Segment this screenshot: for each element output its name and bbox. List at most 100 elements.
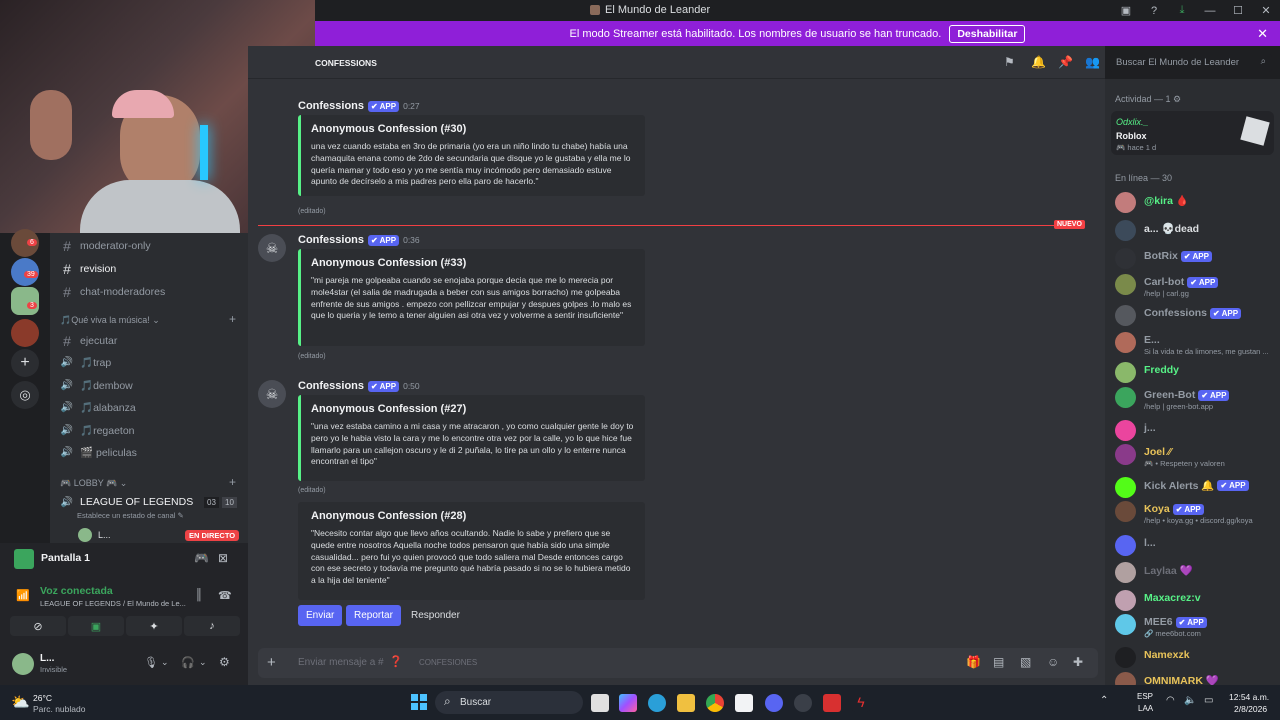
author-name[interactable]: Confessions xyxy=(298,234,364,246)
send-button[interactable]: Enviar xyxy=(298,605,343,626)
channel-trap[interactable]: 🔊 🎵trap xyxy=(60,356,111,369)
stop-stream-icon[interactable]: ⊠ xyxy=(218,551,228,565)
chevron-down-icon[interactable]: ⌄ xyxy=(199,657,207,668)
member-row[interactable]: Green-Bot ✔ APP/help | green-bot.app xyxy=(1115,387,1275,411)
activity-card[interactable]: Odxlix._ Roblox 🎮 hace 1 d xyxy=(1111,111,1274,155)
channel-ejecutar[interactable]: # ejecutar xyxy=(60,333,117,349)
headphones-icon[interactable]: 🎧 xyxy=(181,656,195,669)
category-lobby[interactable]: 🎮 LOBBY 🎮 ⌄ xyxy=(60,478,127,489)
gift-icon[interactable]: 🎁 xyxy=(966,655,981,669)
weather-temp[interactable]: 26°C xyxy=(33,693,52,703)
disconnect-icon[interactable]: ☎ xyxy=(218,589,232,602)
member-row[interactable]: BotRix ✔ APP xyxy=(1115,248,1275,272)
member-row[interactable]: Koya ✔ APP/help • koya.gg • discord.gg/ko… xyxy=(1115,501,1275,525)
maximize-button[interactable]: ☐ xyxy=(1224,0,1252,21)
clock-time[interactable]: 12:54 a.m. xyxy=(1229,692,1269,702)
channel-status[interactable]: Establece un estado de canal ✎ xyxy=(77,511,184,520)
search-input[interactable]: Buscar El Mundo de Leander ⌕ xyxy=(1110,54,1272,72)
microphone-icon[interactable]: 🎙 xyxy=(144,656,158,669)
message-author[interactable]: Confessions ✔ APP 0:50 xyxy=(298,380,420,392)
member-row[interactable]: Joel ⁄⁄ 🎮 • Respeten y valoren xyxy=(1115,444,1275,468)
app-icon[interactable] xyxy=(823,694,841,712)
member-row[interactable]: Freddy xyxy=(1115,362,1275,386)
chevron-down-icon[interactable]: ⌄ xyxy=(161,657,169,668)
channel-peliculas[interactable]: 🔊 🎬 peliculas xyxy=(60,446,137,459)
bell-icon[interactable]: 🔔 xyxy=(1031,55,1046,69)
add-server-icon[interactable]: + xyxy=(11,349,39,377)
soundboard-button[interactable]: ♪ xyxy=(184,616,240,636)
activities-button[interactable]: ✦ xyxy=(126,616,182,636)
screen-share-button[interactable]: ▣ xyxy=(68,616,124,636)
member-row[interactable]: l... xyxy=(1115,535,1275,559)
avatar[interactable]: ☠ xyxy=(258,380,286,408)
close-banner-icon[interactable]: ✕ xyxy=(1257,26,1268,42)
battery-icon[interactable]: ▭ xyxy=(1204,695,1213,706)
message-author[interactable]: Confessions ✔ APP 0:36 xyxy=(298,234,420,246)
member-row[interactable]: Kick Alerts 🔔 ✔ APP xyxy=(1115,477,1275,501)
server-icon-active[interactable] xyxy=(11,287,39,315)
member-row[interactable]: Namexzk xyxy=(1115,647,1275,671)
voice-channel-lol[interactable]: 🔊 LEAGUE OF LEGENDS xyxy=(60,496,193,508)
pin-icon[interactable]: 📌 xyxy=(1058,55,1073,69)
language-a[interactable]: ESP xyxy=(1137,692,1153,701)
wifi-icon[interactable]: ◠ xyxy=(1166,695,1175,706)
report-button[interactable]: Reportar xyxy=(346,605,401,626)
obs-icon[interactable] xyxy=(794,694,812,712)
member-row[interactable]: Laylaa 💜 xyxy=(1115,562,1275,586)
edge-icon[interactable] xyxy=(648,694,666,712)
file-explorer-icon[interactable] xyxy=(677,694,695,712)
help-icon[interactable]: ? xyxy=(1140,0,1168,21)
voice-location[interactable]: LEAGUE OF LEGENDS / El Mundo de Le... xyxy=(40,599,186,608)
gamepad-icon[interactable]: 🎮 xyxy=(194,551,209,565)
avatar[interactable] xyxy=(12,653,34,675)
task-view-icon[interactable] xyxy=(591,694,609,712)
noise-suppression-icon[interactable]: ║ xyxy=(195,589,203,601)
channel-moderator-only[interactable]: # moderator-only xyxy=(60,238,151,254)
channel-chat-moderadores[interactable]: # chat-moderadores xyxy=(60,284,165,300)
disable-streamer-button[interactable]: Deshabilitar xyxy=(949,24,1026,43)
server-icon-4[interactable] xyxy=(11,319,39,347)
member-row[interactable]: E... Si la vida te da limones, me gustan … xyxy=(1115,332,1275,356)
discover-icon[interactable]: ◎ xyxy=(11,381,39,409)
category-music[interactable]: 🎵Qué viva la música! ⌄ xyxy=(60,315,160,326)
channel-revision[interactable]: # revision xyxy=(60,261,116,277)
inbox-icon[interactable]: ▣ xyxy=(1112,0,1140,21)
member-row[interactable]: OMNIMARK 💜 xyxy=(1115,672,1275,685)
member-row[interactable]: Confessions ✔ APP xyxy=(1115,305,1275,329)
message-composer[interactable]: + Enviar mensaje a # ❓ CONFESIONES 🎁 ▤ ▧… xyxy=(258,648,1098,678)
copilot-icon[interactable] xyxy=(619,694,637,712)
voice-connected-label[interactable]: Voz conectada xyxy=(40,585,113,597)
start-icon[interactable] xyxy=(411,694,427,710)
apps-icon[interactable]: ✚ xyxy=(1073,655,1083,669)
user-name[interactable]: L... xyxy=(40,653,54,664)
avatar[interactable]: ☠ xyxy=(258,234,286,262)
close-window-button[interactable]: ✕ xyxy=(1252,0,1280,21)
discord-icon[interactable] xyxy=(765,694,783,712)
member-row[interactable]: Carl-bot ✔ APP/help | carl.gg xyxy=(1115,274,1275,298)
member-row[interactable]: MEE6 ✔ APP 🔗 mee6bot.com xyxy=(1115,614,1275,638)
reply-button[interactable]: Responder xyxy=(403,605,468,626)
message-author[interactable]: Confessions ✔ APP 0:27 xyxy=(298,100,420,112)
author-name[interactable]: Confessions xyxy=(298,100,364,112)
threads-icon[interactable]: ⚑ xyxy=(1004,55,1015,69)
member-row[interactable]: a... 💀dead xyxy=(1115,220,1275,244)
voice-user-name[interactable]: L... xyxy=(98,530,111,540)
volume-icon[interactable]: 🔈 xyxy=(1184,695,1196,706)
gif-icon[interactable]: ▤ xyxy=(993,655,1004,669)
channel-alabanza[interactable]: 🔊 🎵alabanza xyxy=(60,401,136,414)
add-channel-icon[interactable]: + xyxy=(229,475,236,489)
add-channel-icon[interactable]: + xyxy=(229,312,236,326)
chrome-icon[interactable] xyxy=(706,694,724,712)
capcut-icon[interactable] xyxy=(735,694,753,712)
author-name[interactable]: Confessions xyxy=(298,380,364,392)
weather-icon[interactable]: ⛅ xyxy=(11,693,30,711)
member-row[interactable]: j... xyxy=(1115,420,1275,444)
taskbar-search[interactable]: ⌕ Buscar xyxy=(435,691,583,714)
channel-regaeton[interactable]: 🔊 🎵regaeton xyxy=(60,424,135,437)
add-attachment-icon[interactable]: + xyxy=(267,654,276,671)
emoji-icon[interactable]: ☺ xyxy=(1047,655,1059,669)
message-input-placeholder[interactable]: Enviar mensaje a # xyxy=(298,657,384,668)
bolt-icon[interactable]: ϟ xyxy=(852,694,870,712)
minimize-button[interactable]: — xyxy=(1196,0,1224,21)
camera-off-button[interactable]: ⊘ xyxy=(10,616,66,636)
